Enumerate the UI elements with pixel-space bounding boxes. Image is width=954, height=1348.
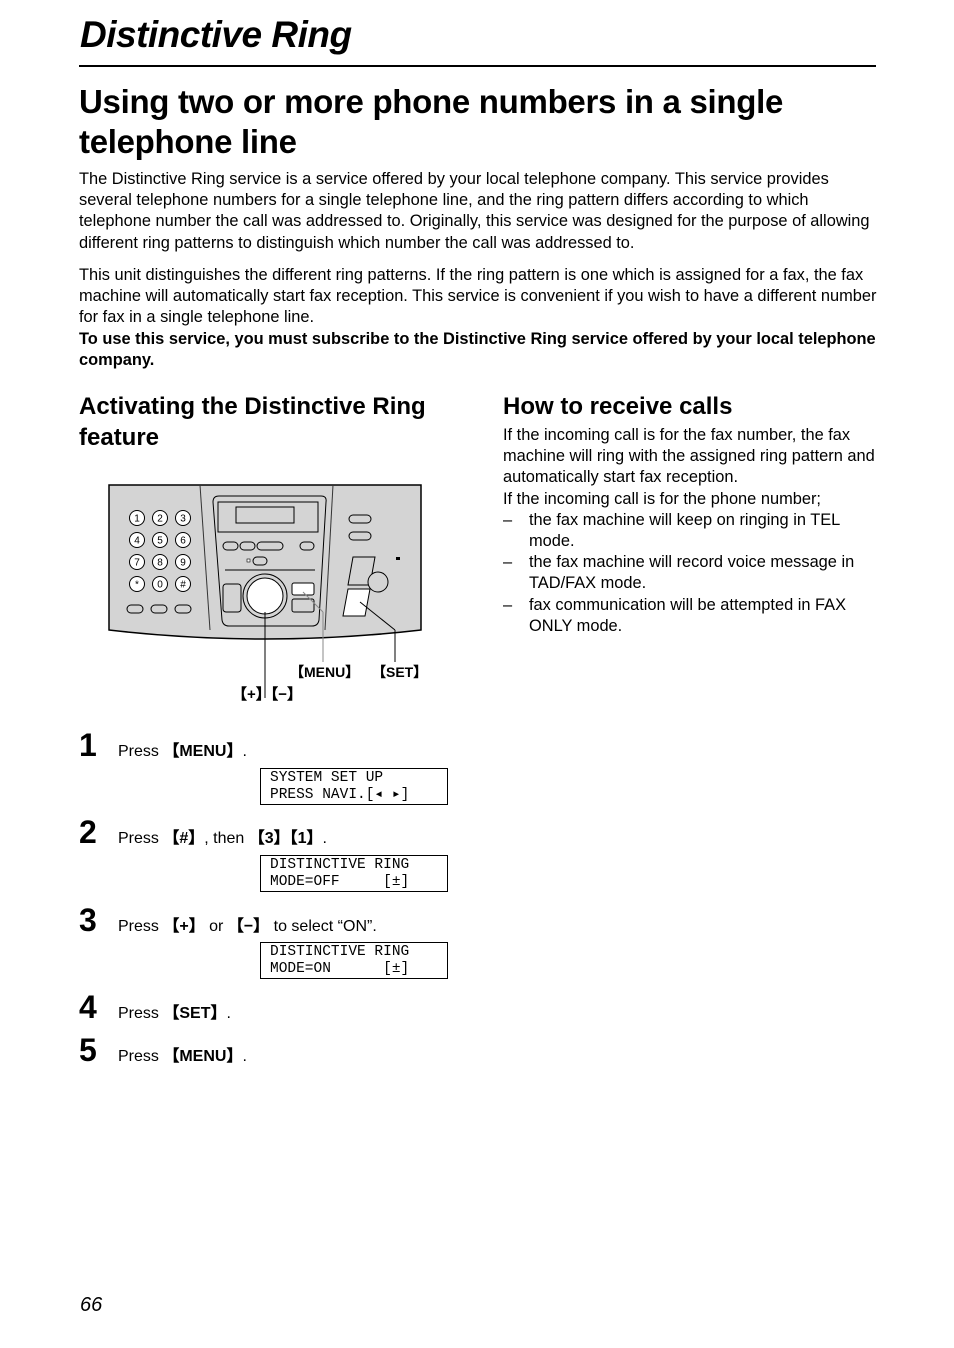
unit-paragraph: This unit distinguishes the different ri… <box>79 266 877 327</box>
function-button <box>222 541 239 551</box>
lcd-line: PRESS NAVI.[◂ ▸] <box>270 787 410 803</box>
lcd-line: DISTINCTIVE RING <box>270 944 410 960</box>
keypad-key-label: 8 <box>157 558 163 569</box>
label-set: 【SET】 <box>372 664 428 680</box>
side-button <box>348 531 372 541</box>
intro-paragraph: The Distinctive Ring service is a servic… <box>79 170 870 252</box>
step-number: 5 <box>79 1032 97 1068</box>
function-button <box>256 541 284 551</box>
function-button <box>239 541 256 551</box>
step-text-part: Press <box>118 743 164 760</box>
lcd-display: DISTINCTIVE RING MODE=ON [±] <box>260 942 448 979</box>
key-label: 【+】 <box>163 918 205 935</box>
navigator-key <box>246 577 284 615</box>
step-instruction: Press 【MENU】. <box>118 1042 247 1066</box>
section-heading: Using two or more phone numbers in a sin… <box>79 83 784 160</box>
function-button <box>299 541 315 551</box>
menu-key <box>291 582 315 596</box>
step-text-part: Press <box>118 918 164 935</box>
step-text-part: . <box>226 1005 231 1022</box>
activating-heading-line2: feature <box>79 424 160 451</box>
step-instruction: Press 【MENU】. <box>118 737 247 761</box>
keypad-key-label: 0 <box>157 580 163 591</box>
keypad-key-label: 2 <box>157 514 163 525</box>
set-key <box>342 588 371 617</box>
key-label: 【MENU】 <box>163 1048 243 1065</box>
step-instruction: Press 【SET】. <box>118 999 231 1023</box>
round-button <box>367 571 389 593</box>
step-text-part: to select “ON”. <box>269 918 377 935</box>
step-number: 2 <box>79 814 97 850</box>
lcd-window <box>235 506 295 524</box>
step-text-part: or <box>204 918 228 935</box>
key-label: 【MENU】 <box>163 743 243 760</box>
key-label: 【#】 <box>163 830 205 847</box>
step-text-part: . <box>242 743 247 760</box>
keypad-key-label: * <box>135 580 139 591</box>
key-label: 【SET】 <box>163 1005 227 1022</box>
keypad-button <box>174 604 192 614</box>
keypad-key-label: 7 <box>134 558 140 569</box>
receive-intro: If the incoming call is for the fax numb… <box>503 426 875 487</box>
receive-content: If the incoming call is for the fax numb… <box>503 425 883 637</box>
lcd-display: DISTINCTIVE RING MODE=OFF [±] <box>260 855 448 892</box>
step-instruction: Press 【+】 or 【−】 to select “ON”. <box>118 912 377 936</box>
activating-heading: Activating the Distinctive Ring feature <box>79 391 479 453</box>
keypad-key-label: 6 <box>180 536 186 547</box>
receive-phone-intro: If the incoming call is for the phone nu… <box>503 489 821 508</box>
key-label: 【3】【1】 <box>248 830 323 847</box>
list-item: – fax communication will be attempted in … <box>503 595 847 635</box>
subscribe-notice: To use this service, you must subscribe … <box>79 330 876 370</box>
list-item: – the fax machine will keep on ringing in… <box>503 510 840 551</box>
step-instruction: Press 【#】, then 【3】【1】. <box>118 824 327 848</box>
key-label: 【−】 <box>227 918 270 935</box>
speaker-mark <box>396 557 400 560</box>
label-plus-minus: 【+】【−】 <box>232 686 303 703</box>
keypad-button <box>150 604 168 614</box>
page-number: 66 <box>80 1294 103 1316</box>
step-text-part: Press <box>118 830 164 847</box>
step-number: 1 <box>79 727 97 763</box>
keypad-key-label: 4 <box>134 536 140 547</box>
receive-heading: How to receive calls <box>503 393 733 420</box>
step-text-part: Press <box>118 1048 164 1065</box>
keypad-key-label: 1 <box>134 514 140 525</box>
keypad-key-label: # <box>180 580 186 591</box>
step-text-part: Press <box>118 1005 164 1022</box>
step-number: 4 <box>79 989 97 1025</box>
activating-heading-line1: Activating the Distinctive Ring <box>79 393 426 420</box>
title-divider <box>79 65 876 67</box>
label-menu: 【MENU】 <box>290 664 360 680</box>
lcd-line: MODE=OFF [±] <box>270 874 410 890</box>
keypad-key-label: 5 <box>157 536 163 547</box>
step-text-part: . <box>322 830 327 847</box>
indicator-light <box>246 558 251 563</box>
lcd-line: SYSTEM SET UP <box>270 770 384 786</box>
lcd-display: SYSTEM SET UP PRESS NAVI.[◂ ▸] <box>260 768 448 805</box>
side-key <box>291 598 315 613</box>
keypad-key-label: 9 <box>180 558 186 569</box>
side-button <box>348 514 372 524</box>
step-text-part: . <box>242 1048 247 1065</box>
page-title: Distinctive Ring <box>80 14 352 55</box>
function-button <box>252 556 268 566</box>
side-key <box>222 583 242 613</box>
keypad-button <box>126 604 144 614</box>
lcd-line: DISTINCTIVE RING <box>270 857 410 873</box>
keypad-key-label: 3 <box>180 514 186 525</box>
lcd-line: MODE=ON [±] <box>270 961 410 977</box>
step-number: 3 <box>79 902 97 938</box>
step-text-part: , then <box>204 830 249 847</box>
list-item: – the fax machine will record voice messa… <box>503 553 855 593</box>
